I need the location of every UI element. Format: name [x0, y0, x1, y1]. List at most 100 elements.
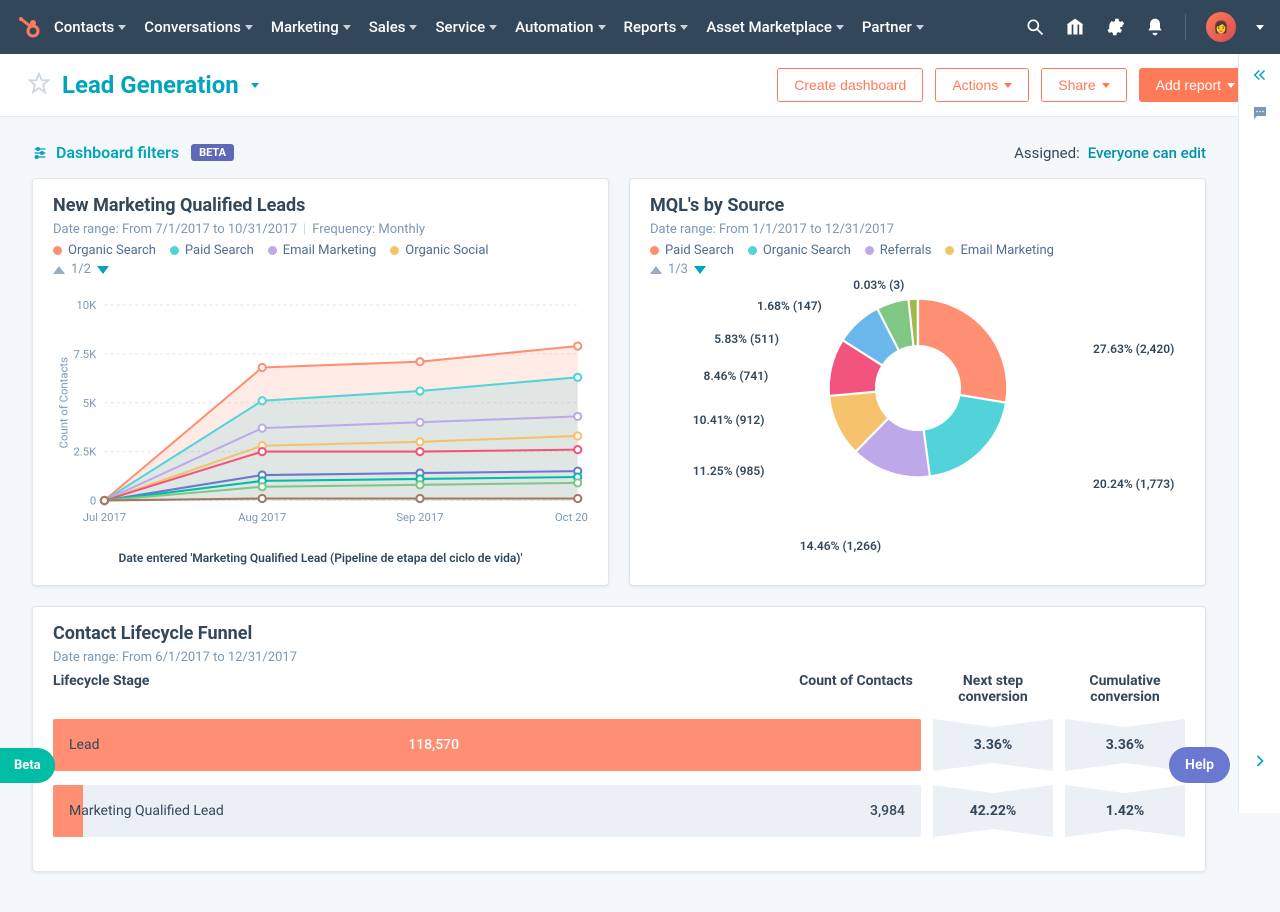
card-subtitle: Date range: From 7/1/2017 to 10/31/2017|…: [53, 222, 588, 237]
chevron-down-icon: [1102, 83, 1110, 88]
next-conversion: 3.36%: [933, 719, 1053, 771]
svg-text:2.5K: 2.5K: [73, 446, 97, 459]
gear-icon[interactable]: [1105, 17, 1125, 37]
cumulative-conversion: 1.42%: [1065, 785, 1185, 837]
chevron-right-icon[interactable]: [1250, 751, 1270, 775]
card-mqls-by-source: MQL's by Source Date range: From 1/1/201…: [629, 178, 1206, 586]
card-title: MQL's by Source: [650, 195, 1185, 216]
chevron-down-icon[interactable]: [251, 83, 259, 88]
chevron-down-icon[interactable]: [1256, 25, 1264, 30]
collapse-icon[interactable]: [1251, 66, 1269, 88]
star-icon[interactable]: [28, 72, 50, 98]
col-next: Next step conversion: [933, 673, 1053, 705]
cumulative-conversion: 3.36%: [1065, 719, 1185, 771]
dashboard-header: Lead Generation Create dashboard Actions…: [0, 54, 1280, 117]
nav-item-reports[interactable]: Reports: [624, 18, 689, 36]
dashboard-content: Dashboard filters BETA Assigned: Everyon…: [0, 117, 1238, 912]
chevron-down-icon: [1004, 83, 1012, 88]
nav-item-sales[interactable]: Sales: [369, 18, 418, 36]
nav-item-automation[interactable]: Automation: [515, 18, 605, 36]
svg-text:Aug 2017: Aug 2017: [238, 511, 286, 524]
chevron-down-icon: [598, 25, 606, 30]
chart-legend: Paid Search Organic Search Referrals Ema…: [650, 243, 1185, 258]
beta-badge: BETA: [191, 144, 234, 161]
chevron-down-icon: [489, 25, 497, 30]
legend-pager[interactable]: 1/2: [53, 262, 588, 277]
hubspot-logo-icon[interactable]: [16, 14, 42, 40]
comment-icon[interactable]: [1251, 104, 1269, 126]
svg-text:7.5K: 7.5K: [73, 348, 97, 361]
legend-dot-icon: [748, 246, 757, 255]
line-chart: 02.5K5K7.5K10KJul 2017Aug 2017Sep 2017Oc…: [53, 283, 588, 543]
search-icon[interactable]: [1025, 17, 1045, 37]
card-contact-lifecycle-funnel: Contact Lifecycle Funnel Date range: Fro…: [32, 606, 1206, 872]
x-axis-caption: Date entered 'Marketing Qualified Lead (…: [53, 551, 588, 565]
legend-dot-icon: [170, 246, 179, 255]
funnel-header: Lifecycle Stage Count of Contacts Next s…: [53, 673, 1185, 705]
nav-menu: Contacts Conversations Marketing Sales S…: [54, 18, 924, 36]
funnel-stage: Lead: [53, 737, 921, 753]
add-report-button[interactable]: Add report: [1139, 68, 1252, 102]
col-count: Count of Contacts: [791, 673, 921, 705]
nav-item-partner[interactable]: Partner: [862, 18, 924, 36]
slice-label: 0.03% (3): [853, 278, 904, 292]
top-nav: Contacts Conversations Marketing Sales S…: [0, 0, 1280, 54]
funnel-bar: Marketing Qualified Lead 3,984: [53, 785, 921, 837]
assigned-link[interactable]: Everyone can edit: [1088, 144, 1206, 162]
card-title: New Marketing Qualified Leads: [53, 195, 588, 216]
funnel-row: Lead 118,570 3.36% 3.36%: [53, 719, 1185, 771]
share-button[interactable]: Share: [1041, 68, 1126, 102]
slice-label: 8.46% (741): [704, 369, 769, 383]
col-cum: Cumulative conversion: [1065, 673, 1185, 705]
page-title[interactable]: Lead Generation: [62, 71, 239, 99]
chevron-down-icon: [409, 25, 417, 30]
nav-item-service[interactable]: Service: [435, 18, 497, 36]
filter-row: Dashboard filters BETA Assigned: Everyon…: [32, 143, 1206, 162]
actions-button[interactable]: Actions: [935, 68, 1029, 102]
next-conversion: 42.22%: [933, 785, 1053, 837]
chevron-down-icon: [916, 25, 924, 30]
funnel-row: Marketing Qualified Lead 3,984 42.22% 1.…: [53, 785, 1185, 837]
chevron-down-icon: [245, 25, 253, 30]
slice-label: 11.25% (985): [693, 464, 765, 478]
card-title: Contact Lifecycle Funnel: [53, 623, 1185, 644]
nav-item-conversations[interactable]: Conversations: [144, 18, 253, 36]
help-pill[interactable]: Help: [1169, 747, 1230, 783]
triangle-up-icon: [650, 266, 662, 274]
beta-pill[interactable]: Beta: [0, 748, 55, 783]
legend-dot-icon: [390, 246, 399, 255]
svg-text:0: 0: [90, 495, 96, 508]
slice-label: 20.24% (1,773): [1093, 477, 1174, 491]
card-subtitle: Date range: From 1/1/2017 to 12/31/2017: [650, 222, 1185, 237]
chevron-down-icon: [836, 25, 844, 30]
assigned-label: Assigned:: [1014, 144, 1080, 162]
legend-pager[interactable]: 1/3: [650, 262, 1185, 277]
dashboard-filters-button[interactable]: Dashboard filters: [32, 143, 179, 162]
slice-label: 5.83% (511): [714, 332, 779, 346]
nav-item-asset-marketplace[interactable]: Asset Marketplace: [706, 18, 844, 36]
chevron-down-icon: [1227, 83, 1235, 88]
triangle-down-icon: [694, 266, 706, 274]
marketplace-icon[interactable]: [1065, 17, 1085, 37]
legend-dot-icon: [53, 246, 62, 255]
svg-text:Sep 2017: Sep 2017: [396, 511, 443, 524]
slice-label: 14.46% (1,266): [800, 539, 881, 553]
chevron-down-icon: [343, 25, 351, 30]
funnel-stage: Marketing Qualified Lead: [53, 803, 870, 819]
legend-dot-icon: [945, 246, 954, 255]
svg-text:Jul 2017: Jul 2017: [83, 511, 126, 524]
card-subtitle: Date range: From 6/1/2017 to 12/31/2017: [53, 650, 1185, 665]
nav-item-contacts[interactable]: Contacts: [54, 18, 126, 36]
nav-item-marketing[interactable]: Marketing: [271, 18, 351, 36]
avatar[interactable]: 👩: [1206, 12, 1236, 42]
donut-chart: 27.63% (2,420) 20.24% (1,773) 14.46% (1,…: [650, 283, 1185, 553]
create-dashboard-button[interactable]: Create dashboard: [777, 68, 923, 102]
col-stage: Lifecycle Stage: [53, 673, 779, 705]
card-new-mqls: New Marketing Qualified Leads Date range…: [32, 178, 609, 586]
bell-icon[interactable]: [1145, 17, 1165, 37]
funnel-count: 3,984: [870, 803, 921, 819]
nav-tools: 👩: [1025, 12, 1264, 42]
funnel-bar: Lead 118,570: [53, 719, 921, 771]
legend-dot-icon: [650, 246, 659, 255]
svg-text:10K: 10K: [76, 299, 97, 312]
